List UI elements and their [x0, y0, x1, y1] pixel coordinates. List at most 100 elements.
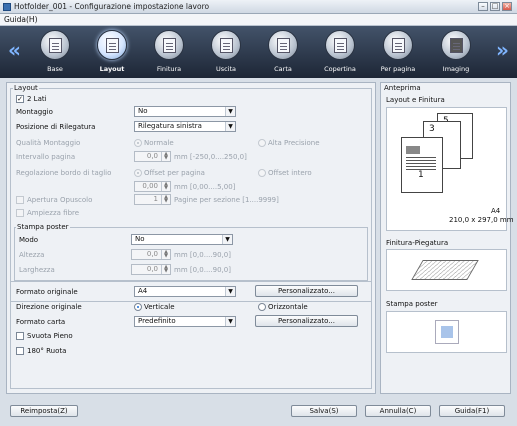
guida-button[interactable]: Guida(F1)	[439, 405, 505, 417]
poster-preview	[386, 311, 507, 353]
scroll-right-icon[interactable]: »	[496, 40, 509, 60]
chevron-down-icon: ▼	[225, 122, 235, 131]
page-sheet	[401, 137, 443, 193]
category-toolbar: « » Base Layout Finitura Uscita Carta Co…	[0, 26, 517, 78]
page-number: 1	[418, 170, 424, 180]
poster-group-title: Stampa poster	[16, 223, 70, 231]
preview-title: Anteprima	[384, 84, 421, 92]
offset-pagina-radio[interactable]	[134, 169, 142, 177]
intervallo-range: mm [-250,0....250,0]	[174, 153, 247, 161]
tab-copertina[interactable]: Copertina	[320, 30, 360, 76]
annulla-button[interactable]: Annulla(C)	[365, 405, 431, 417]
preview-panel: Anteprima Layout e Finitura 5 3 1 A4 210…	[380, 82, 514, 394]
tab-layout[interactable]: Layout	[92, 30, 132, 76]
montaggio-label: Montaggio	[16, 108, 53, 116]
offset-stepper[interactable]: 0,00 ▲ ▼	[134, 181, 171, 192]
paper-size: A4	[491, 207, 501, 215]
qualita-alta-label: Alta Precisione	[268, 139, 320, 147]
offset-intero-radio[interactable]	[258, 169, 266, 177]
tab-imaging[interactable]: Imaging	[436, 30, 476, 76]
orizzontale-radio[interactable]	[258, 303, 266, 311]
personalizza-carta-button[interactable]: Personalizzato...	[255, 315, 358, 327]
uscita-icon	[211, 30, 241, 60]
tab-uscita[interactable]: Uscita	[206, 30, 246, 76]
orizzontale-label: Orizzontale	[268, 303, 308, 311]
pagine-range: Pagine per sezione [1....9999]	[174, 196, 279, 204]
formato-originale-select[interactable]: A4 ▼	[134, 286, 236, 297]
image-icon	[406, 146, 420, 154]
paper-dims: 210,0 x 297,0 mm	[449, 216, 514, 224]
tab-carta[interactable]: Carta	[263, 30, 303, 76]
montaggio-select[interactable]: No ▼	[134, 106, 236, 117]
stampa-poster-preview-label: Stampa poster	[386, 300, 438, 308]
intervallo-label: Intervallo pagina	[16, 153, 76, 161]
offset-range: mm [0,00....5,00]	[174, 183, 236, 191]
ruota-checkbox[interactable]	[16, 347, 24, 355]
altezza-stepper[interactable]: 0,0 ▲ ▼	[131, 249, 171, 260]
poster-sheet	[435, 320, 459, 344]
chevron-down-icon: ▼	[225, 287, 235, 296]
app-icon	[3, 3, 11, 11]
larghezza-range: mm [0,0....90,0]	[174, 266, 231, 274]
tab-base[interactable]: Base	[35, 30, 75, 76]
intervallo-stepper[interactable]: 0,0 ▲ ▼	[134, 151, 171, 162]
chevron-down-icon: ▼	[222, 235, 232, 244]
verticale-radio[interactable]	[134, 303, 142, 311]
offset-intero-label: Offset intero	[268, 169, 312, 177]
per-pagina-icon	[383, 30, 413, 60]
window-title: Hotfolder_001 - Configurazione impostazi…	[14, 2, 210, 11]
apertura-checkbox[interactable]	[16, 196, 24, 204]
layout-group-title: Layout	[13, 84, 39, 92]
modo-label: Modo	[19, 236, 39, 244]
minimize-button[interactable]: –	[478, 2, 488, 11]
larghezza-stepper[interactable]: 0,0 ▲ ▼	[131, 264, 171, 275]
personalizza-originale-button[interactable]: Personalizzato...	[255, 285, 358, 297]
tab-finitura[interactable]: Finitura	[149, 30, 189, 76]
poster-area-icon	[441, 326, 453, 338]
regolazione-label: Regolazione bordo di taglio	[16, 169, 112, 177]
menu-guida[interactable]: Guida(H)	[4, 15, 38, 24]
pagine-stepper[interactable]: 1 ▲ ▼	[134, 194, 171, 205]
reimposta-button[interactable]: Reimposta(Z)	[10, 405, 78, 417]
close-button[interactable]: ×	[502, 2, 512, 11]
finitura-icon	[154, 30, 184, 60]
svuota-label: Svuota Pieno	[27, 332, 73, 340]
qualita-normale-radio[interactable]	[134, 139, 142, 147]
formato-carta-label: Formato carta	[16, 318, 66, 326]
verticale-label: Verticale	[144, 303, 175, 311]
two-sides-label: 2 Lati	[27, 95, 47, 103]
two-sides-checkbox[interactable]: ✓	[16, 95, 24, 103]
direzione-label: Direzione originale	[16, 303, 82, 311]
menu-bar: Guida(H)	[0, 14, 517, 26]
ampiezza-checkbox[interactable]	[16, 209, 24, 217]
chevron-down-icon: ▼	[225, 317, 235, 326]
finitura-preview	[386, 249, 507, 291]
rilegatura-select[interactable]: Rilegatura sinistra ▼	[134, 121, 236, 132]
tab-per-pagina[interactable]: Per pagina	[378, 30, 418, 76]
finitura-piegatura-label: Finitura-Piegatura	[386, 239, 449, 247]
offset-pagina-label: Offset per pagina	[144, 169, 205, 177]
folded-paper-icon	[411, 260, 479, 280]
layout-preview: 5 3 1 A4 210,0 x 297,0 mm	[386, 107, 514, 231]
rilegatura-label: Posizione di Rilegatura	[16, 123, 96, 131]
copertina-icon	[325, 30, 355, 60]
qualita-label: Qualità Montaggio	[16, 139, 81, 147]
ampiezza-label: Ampiezza fibre	[27, 209, 80, 217]
apertura-label: Apertura Opuscolo	[27, 196, 93, 204]
altezza-label: Altezza	[19, 251, 45, 259]
layout-icon	[97, 30, 127, 60]
maximize-button[interactable]: □	[490, 2, 500, 11]
formato-carta-select[interactable]: Predefinito ▼	[134, 316, 236, 327]
svuota-checkbox[interactable]	[16, 332, 24, 340]
qualita-alta-radio[interactable]	[258, 139, 266, 147]
qualita-normale-label: Normale	[144, 139, 174, 147]
settings-panel: Layout ✓ 2 Lati Montaggio No ▼ Posizione …	[6, 82, 376, 394]
larghezza-label: Larghezza	[19, 266, 55, 274]
title-bar: Hotfolder_001 - Configurazione impostazi…	[0, 0, 517, 14]
page-number: 3	[429, 124, 435, 134]
base-icon	[40, 30, 70, 60]
salva-button[interactable]: Salva(S)	[291, 405, 357, 417]
modo-select[interactable]: No ▼	[131, 234, 233, 245]
chevron-down-icon: ▼	[225, 107, 235, 116]
scroll-left-icon[interactable]: «	[8, 40, 21, 60]
